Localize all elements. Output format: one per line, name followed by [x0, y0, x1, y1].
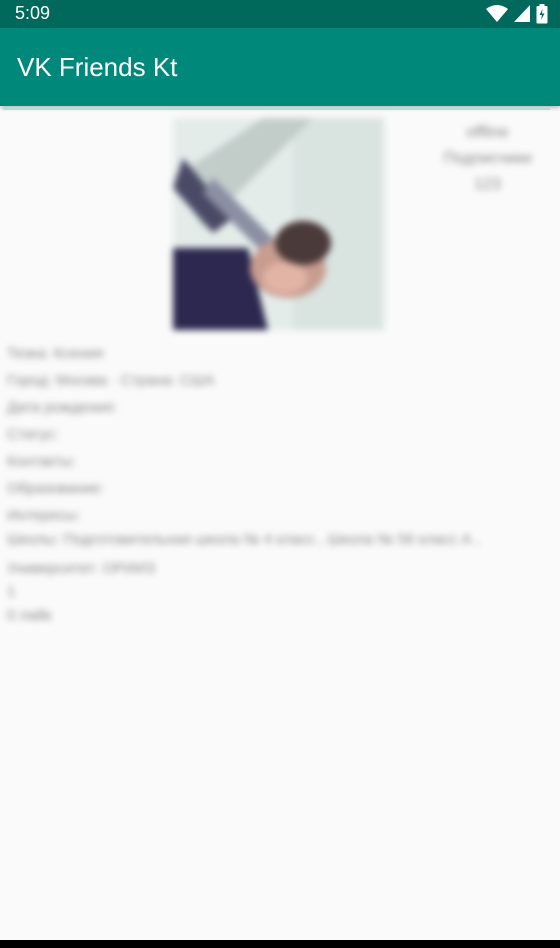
signal-icon — [514, 5, 530, 28]
wifi-icon — [486, 5, 508, 28]
detail-line: Контакты: — [7, 453, 76, 470]
profile-side-info: offline Подписчики 123 — [420, 120, 555, 198]
detail-line: 0 лайк — [7, 607, 52, 624]
detail-line: Университет: ОРИИЗ — [7, 560, 155, 577]
status-bar: 5:09 — [0, 0, 560, 28]
profile-details: Тезка: Ксения Город: Москва · Страна: СШ… — [7, 340, 487, 629]
profile-avatar[interactable] — [173, 118, 384, 330]
detail-line: Интересы: — [7, 507, 81, 524]
detail-line: Город: Москва · Страна: США — [7, 372, 215, 389]
detail-line: Образование: — [7, 480, 105, 497]
detail-line: 1 — [7, 583, 16, 600]
navigation-bar — [0, 940, 560, 948]
detail-line: Школы: Подготовительная школа № 4 класс … — [7, 531, 480, 548]
profile-content: offline Подписчики 123 Тезка: Ксения Гор… — [0, 110, 560, 670]
detail-line: Статус: — [7, 426, 59, 443]
detail-line: Дата рождения: — [7, 399, 117, 416]
detail-line: Тезка: Ксения — [7, 345, 104, 362]
battery-icon — [536, 4, 548, 29]
app-bar: VK Friends Kt — [0, 28, 560, 106]
app-title: VK Friends Kt — [17, 52, 178, 82]
side-info-label: Подписчики — [443, 150, 532, 167]
status-time: 5:09 — [15, 3, 51, 23]
online-status: offline — [466, 124, 509, 141]
side-info-value: 123 — [474, 176, 501, 193]
status-icons — [486, 4, 548, 29]
